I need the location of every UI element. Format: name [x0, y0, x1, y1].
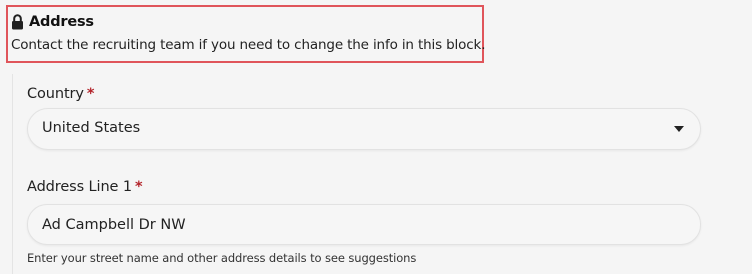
- address-line-1-input[interactable]: [27, 204, 701, 245]
- required-marker: *: [86, 86, 95, 102]
- address-line-1-label-text: Address Line 1: [27, 179, 133, 195]
- lock-icon: [11, 14, 24, 30]
- country-label-text: Country: [27, 86, 84, 102]
- caret-down-icon: [674, 126, 684, 132]
- section-title-row: Address: [11, 11, 482, 33]
- section-title: Address: [29, 14, 94, 30]
- locked-section-header: Address Contact the recruiting team if y…: [6, 5, 486, 63]
- section-description: Contact the recruiting team if you need …: [11, 37, 486, 53]
- country-select-value: United States: [42, 120, 141, 136]
- required-marker: *: [135, 179, 143, 195]
- country-select[interactable]: United States: [27, 108, 701, 150]
- address-form: Country* United States Address Line 1* E…: [12, 74, 743, 274]
- address-line-1-label: Address Line 1 *: [27, 179, 143, 195]
- country-label: Country *: [27, 86, 94, 102]
- address-line-1-hint: Enter your street name and other address…: [27, 251, 417, 265]
